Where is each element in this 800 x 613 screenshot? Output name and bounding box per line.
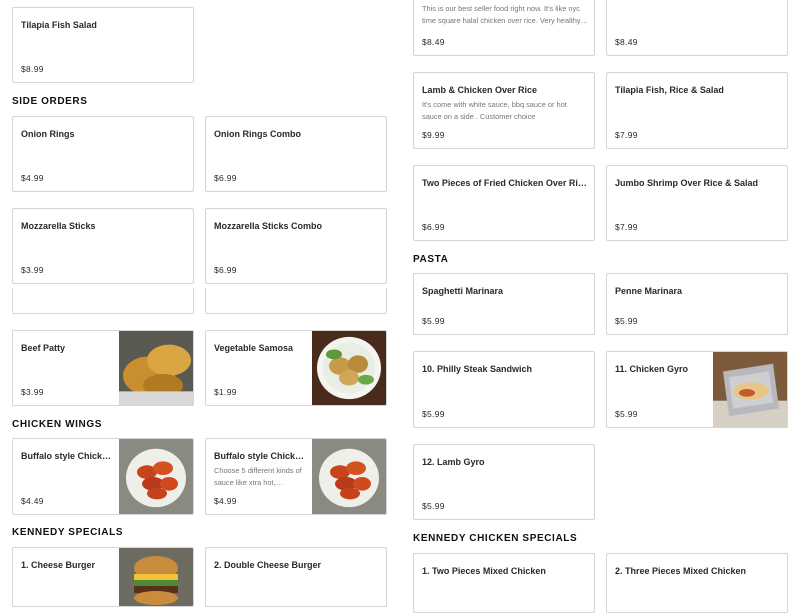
item-title: Two Pieces of Fried Chicken Over Rice &…	[422, 178, 588, 188]
item-price: $8.49	[615, 37, 638, 47]
item-price: $6.99	[214, 173, 237, 183]
item-price: $5.99	[615, 409, 638, 419]
item-title: Vegetable Samosa	[214, 343, 294, 353]
item-description: Choose 5 different kinds of sauce like x…	[214, 466, 302, 487]
item-title: Jumbo Shrimp Over Rice & Salad	[615, 178, 759, 188]
item-price: $9.99	[422, 130, 445, 140]
section-heading-kennedy-specials: KENNEDY SPECIALS	[12, 527, 124, 538]
section-heading-kennedy-chicken-specials: KENNEDY CHICKEN SPECIALS	[413, 533, 578, 544]
item-title: 1. Cheese Burger	[21, 560, 96, 570]
item-title: 2. Three Pieces Mixed Chicken	[615, 566, 747, 576]
item-description: It's come with white sauce, bbq sauce or…	[422, 100, 567, 121]
item-price: $6.99	[214, 265, 237, 275]
menu-item-beef-patty[interactable]: Beef Patty $3.99	[12, 330, 194, 406]
item-price: $8.99	[21, 64, 44, 74]
overlapped-cards-area	[12, 288, 392, 314]
item-title: Penne Marinara	[615, 286, 683, 296]
item-title: Tilapia Fish Salad	[21, 20, 97, 30]
menu-item-top-right-2[interactable]: $8.49	[606, 0, 788, 56]
section-heading-pasta: PASTA	[413, 254, 449, 265]
item-description: This is our best seller food right now. …	[422, 4, 588, 25]
buffalo-wings-photo-icon	[119, 439, 193, 514]
menu-item-hidden-right[interactable]	[205, 288, 387, 314]
menu-item-three-pieces-mixed-chicken[interactable]: 2. Three Pieces Mixed Chicken	[606, 553, 788, 613]
menu-item-chicken-gyro[interactable]: 11. Chicken Gyro $5.99	[606, 351, 788, 428]
menu-item-spaghetti-marinara[interactable]: Spaghetti Marinara $5.99	[413, 273, 595, 335]
item-title: Lamb & Chicken Over Rice	[422, 85, 538, 95]
item-price: $7.99	[615, 130, 638, 140]
item-title: Onion Rings Combo	[214, 129, 301, 139]
menu-item-mozzarella-sticks[interactable]: Mozzarella Sticks $3.99	[12, 208, 194, 284]
menu-item-two-pieces-mixed-chicken[interactable]: 1. Two Pieces Mixed Chicken	[413, 553, 595, 613]
menu-item-vegetable-samosa[interactable]: Vegetable Samosa $1.99	[205, 330, 387, 406]
item-title: Mozzarella Sticks	[21, 221, 96, 231]
item-price: $5.99	[422, 501, 445, 511]
menu-item-fried-chicken-over-rice[interactable]: Two Pieces of Fried Chicken Over Rice &……	[413, 165, 595, 241]
item-title: 1. Two Pieces Mixed Chicken	[422, 566, 546, 576]
item-title: Buffalo style Chicken…	[21, 451, 113, 461]
beef-patty-photo-icon	[119, 331, 193, 405]
menu-item-cheese-burger[interactable]: 1. Cheese Burger	[12, 547, 194, 607]
item-title: Beef Patty	[21, 343, 66, 353]
item-title: 12. Lamb Gyro	[422, 457, 485, 467]
item-title: 10. Philly Steak Sandwich	[422, 364, 533, 374]
menu-item-tilapia-fish-salad[interactable]: Tilapia Fish Salad $8.99	[12, 7, 194, 83]
menu-item-mozzarella-sticks-combo[interactable]: Mozzarella Sticks Combo $6.99	[205, 208, 387, 284]
gyro-photo-icon	[713, 352, 787, 427]
item-price: $5.99	[422, 316, 445, 326]
menu-item-buffalo-chicken-1[interactable]: Buffalo style Chicken… $4.49	[12, 438, 194, 515]
item-title: Tilapia Fish, Rice & Salad	[615, 85, 724, 95]
item-price: $6.99	[422, 222, 445, 232]
burger-photo-icon	[119, 548, 193, 606]
item-price: $5.99	[422, 409, 445, 419]
menu-item-penne-marinara[interactable]: Penne Marinara $5.99	[606, 273, 788, 335]
item-price: $3.99	[21, 387, 44, 397]
item-price: $1.99	[214, 387, 237, 397]
item-price: $4.99	[21, 173, 44, 183]
section-heading-side-orders: SIDE ORDERS	[12, 96, 88, 107]
item-title: Spaghetti Marinara	[422, 286, 504, 296]
item-price: $7.99	[615, 222, 638, 232]
item-price: $5.99	[615, 316, 638, 326]
item-title: Onion Rings	[21, 129, 75, 139]
item-title: 11. Chicken Gyro	[615, 364, 689, 374]
menu-item-buffalo-chicken-2[interactable]: Buffalo style Chicken… Choose 5 differen…	[205, 438, 387, 515]
item-price: $8.49	[422, 37, 445, 47]
item-price: $3.99	[21, 265, 44, 275]
menu-item-onion-rings[interactable]: Onion Rings $4.99	[12, 116, 194, 192]
item-price: $4.49	[21, 496, 44, 506]
menu-item-lamb-chicken-over-rice[interactable]: Lamb & Chicken Over Rice It's come with …	[413, 72, 595, 149]
menu-item-tilapia-rice-salad[interactable]: Tilapia Fish, Rice & Salad $7.99	[606, 72, 788, 149]
section-heading-chicken-wings: CHICKEN WINGS	[12, 419, 103, 430]
item-title: 2. Double Cheese Burger	[214, 560, 322, 570]
menu-item-lamb-gyro[interactable]: 12. Lamb Gyro $5.99	[413, 444, 595, 520]
item-price: $4.99	[214, 496, 237, 506]
menu-item-hidden-left[interactable]	[12, 288, 194, 314]
menu-item-top-right-1[interactable]: This is our best seller food right now. …	[413, 0, 595, 56]
item-title: Buffalo style Chicken…	[214, 451, 306, 461]
menu-item-jumbo-shrimp[interactable]: Jumbo Shrimp Over Rice & Salad $7.99	[606, 165, 788, 241]
menu-item-double-cheese-burger[interactable]: 2. Double Cheese Burger	[205, 547, 387, 607]
item-title: Mozzarella Sticks Combo	[214, 221, 323, 231]
samosa-photo-icon	[312, 331, 386, 405]
menu-item-philly-steak-sandwich[interactable]: 10. Philly Steak Sandwich $5.99	[413, 351, 595, 428]
buffalo-wings-photo-icon	[312, 439, 386, 514]
menu-item-onion-rings-combo[interactable]: Onion Rings Combo $6.99	[205, 116, 387, 192]
